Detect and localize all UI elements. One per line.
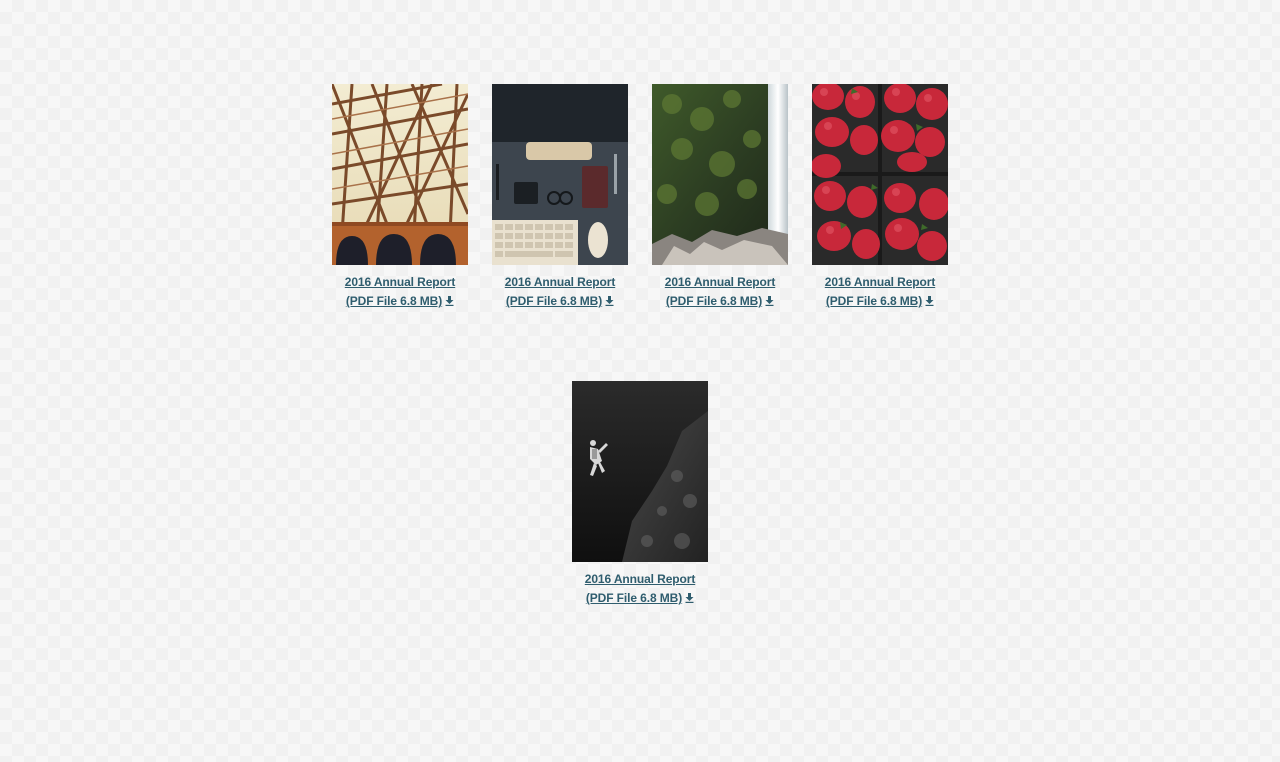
report-title: 2016 Annual Report bbox=[584, 572, 696, 586]
report-download-link[interactable]: 2016 Annual Report (PDF File 6.8 MB) bbox=[824, 273, 936, 311]
report-download-link[interactable]: 2016 Annual Report (PDF File 6.8 MB) bbox=[664, 273, 776, 311]
report-card: 2016 Annual Report (PDF File 6.8 MB) bbox=[812, 84, 948, 311]
download-icon bbox=[605, 296, 614, 306]
report-file-info: (PDF File 6.8 MB) bbox=[825, 292, 935, 311]
report-title: 2016 Annual Report bbox=[504, 275, 616, 289]
report-title: 2016 Annual Report bbox=[664, 275, 776, 289]
report-card: 2016 Annual Report (PDF File 6.8 MB) bbox=[652, 84, 788, 311]
download-icon bbox=[765, 296, 774, 306]
report-grid-row-1: 2016 Annual Report (PDF File 6.8 MB) 201… bbox=[0, 84, 1280, 311]
report-card: 2016 Annual Report (PDF File 6.8 MB) bbox=[332, 84, 468, 311]
steel-bridge-image bbox=[332, 84, 468, 265]
report-file-info: (PDF File 6.8 MB) bbox=[505, 292, 615, 311]
report-thumbnail-waterfall[interactable] bbox=[652, 84, 788, 265]
report-file-info: (PDF File 6.8 MB) bbox=[665, 292, 775, 311]
report-download-link[interactable]: 2016 Annual Report (PDF File 6.8 MB) bbox=[344, 273, 456, 311]
report-download-link[interactable]: 2016 Annual Report (PDF File 6.8 MB) bbox=[584, 570, 696, 608]
report-thumbnail-desk[interactable] bbox=[492, 84, 628, 265]
download-icon bbox=[925, 296, 934, 306]
report-title: 2016 Annual Report bbox=[824, 275, 936, 289]
report-grid-row-2: 2016 Annual Report (PDF File 6.8 MB) bbox=[0, 381, 1280, 608]
report-thumbnail-strawberries[interactable] bbox=[812, 84, 948, 265]
report-thumbnail-diver[interactable] bbox=[572, 381, 708, 562]
report-card: 2016 Annual Report (PDF File 6.8 MB) bbox=[572, 381, 708, 608]
desk-keyboard-image bbox=[492, 84, 628, 265]
report-file-info: (PDF File 6.8 MB) bbox=[585, 589, 695, 608]
report-thumbnail-bridge[interactable] bbox=[332, 84, 468, 265]
report-file-info: (PDF File 6.8 MB) bbox=[345, 292, 455, 311]
report-card: 2016 Annual Report (PDF File 6.8 MB) bbox=[492, 84, 628, 311]
download-icon bbox=[685, 593, 694, 603]
waterfall-moss-image bbox=[652, 84, 788, 265]
scuba-diver-image bbox=[572, 381, 708, 562]
report-download-link[interactable]: 2016 Annual Report (PDF File 6.8 MB) bbox=[504, 273, 616, 311]
download-icon bbox=[445, 296, 454, 306]
strawberries-image bbox=[812, 84, 948, 265]
report-title: 2016 Annual Report bbox=[344, 275, 456, 289]
